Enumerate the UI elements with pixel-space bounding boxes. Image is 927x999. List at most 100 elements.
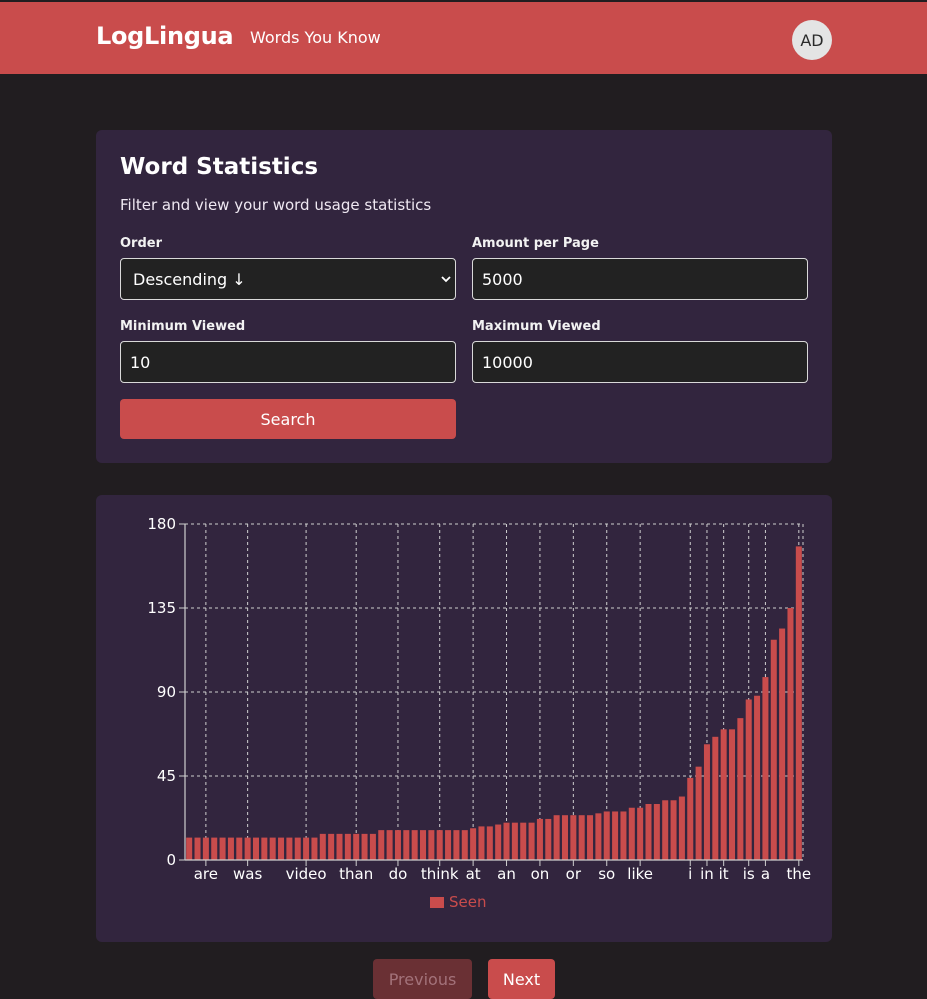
chart-bar: [536, 818, 543, 860]
x-tick-label: it: [719, 865, 729, 883]
top-navbar: LogLingua Words You Know AD: [0, 2, 927, 74]
chart-bar: [336, 833, 343, 860]
chart-bar: [595, 813, 602, 860]
chart-bar: [653, 804, 660, 860]
x-tick-label: or: [566, 865, 582, 883]
chart-bar: [779, 628, 786, 860]
chart-bar: [269, 837, 276, 860]
card-title: Word Statistics: [120, 154, 319, 180]
chart-bar: [445, 830, 452, 860]
chart-bar: [461, 830, 468, 860]
chart-bar: [470, 828, 477, 860]
card-subtitle: Filter and view your word usage statisti…: [120, 196, 432, 214]
chart-bar: [511, 822, 518, 860]
x-tick-label: was: [233, 865, 262, 883]
y-tick-label: 90: [157, 683, 176, 701]
chart-bar: [553, 815, 560, 860]
x-tick-label: is: [743, 865, 755, 883]
minimum-viewed-input[interactable]: 10: [120, 341, 456, 383]
chart-bar: [712, 736, 719, 860]
x-tick-label: a: [761, 865, 770, 883]
chart-bar: [378, 830, 385, 860]
x-tick-label: think: [421, 865, 459, 883]
chart-bar: [495, 824, 502, 860]
search-button[interactable]: Search: [120, 399, 456, 439]
x-tick-label: do: [389, 865, 408, 883]
word-statistics-filter-card: Word Statistics Filter and view your wor…: [96, 130, 832, 463]
order-label: Order: [120, 236, 162, 251]
x-tick-label: are: [194, 865, 218, 883]
chart-bar: [361, 833, 368, 860]
chevron-down-icon: [441, 272, 451, 286]
x-tick-label: the: [787, 865, 812, 883]
chart-bar: [278, 837, 285, 860]
chart-bar: [528, 822, 535, 860]
chart-bar: [369, 833, 376, 860]
chart-bar: [687, 777, 694, 860]
chart-bar: [795, 546, 802, 860]
chart-bar: [670, 800, 677, 860]
x-tick-label: an: [497, 865, 516, 883]
legend-label: Seen: [449, 893, 487, 911]
chart-bar: [202, 837, 209, 860]
x-tick-label: at: [466, 865, 481, 883]
chart-bar: [729, 729, 736, 860]
chart-bar: [328, 833, 335, 860]
user-avatar[interactable]: AD: [792, 20, 832, 60]
chart-bar: [294, 837, 301, 860]
chart-bar: [770, 639, 777, 860]
minimum-viewed-label: Minimum Viewed: [120, 319, 246, 334]
next-page-button[interactable]: Next: [488, 959, 555, 999]
x-tick-label: so: [598, 865, 615, 883]
brand-logo[interactable]: LogLingua: [96, 22, 234, 50]
word-chart-card: 0 45 90 135 180 are was video than do think at an on o…: [96, 495, 832, 942]
previous-page-button[interactable]: Previous: [373, 959, 472, 999]
y-tick-label: 135: [147, 599, 176, 617]
chart-bar: [695, 766, 702, 860]
chart-bar: [303, 837, 310, 860]
amount-per-page-input[interactable]: 5000: [472, 258, 808, 300]
chart-bar: [720, 729, 727, 860]
chart-bar: [186, 837, 193, 860]
y-tick-label: 0: [166, 851, 176, 869]
chart-bar: [545, 818, 552, 860]
chart-bar: [244, 837, 251, 860]
chart-bar: [252, 837, 259, 860]
chart-bar: [386, 830, 393, 860]
chart-bar: [737, 718, 744, 860]
x-tick-label: on: [531, 865, 550, 883]
chart-bar: [219, 837, 226, 860]
maximum-viewed-input[interactable]: 10000: [472, 341, 808, 383]
chart-bar: [436, 830, 443, 860]
chart-bar: [520, 822, 527, 860]
order-select[interactable]: Descending ↓: [120, 258, 456, 300]
chart-bar: [453, 830, 460, 860]
chart-bar: [678, 796, 685, 860]
x-tick-label: i: [688, 865, 692, 883]
chart-bar: [662, 800, 669, 860]
chart-bar: [503, 822, 510, 860]
chart-bar: [227, 837, 234, 860]
chart-bar: [628, 807, 635, 860]
chart-bar: [411, 830, 418, 860]
legend-swatch: [430, 897, 444, 908]
chart-bar: [486, 826, 493, 860]
order-select-value: Descending ↓: [133, 269, 246, 289]
y-tick-label: 45: [157, 767, 176, 785]
chart-bar: [394, 830, 401, 860]
amount-per-page-label: Amount per Page: [472, 236, 599, 251]
chart-bar: [787, 608, 794, 860]
chart-bar: [344, 833, 351, 860]
chart-bar: [570, 815, 577, 860]
chart-bar: [637, 807, 644, 860]
chart-bar: [620, 811, 627, 860]
nav-link-words-you-know[interactable]: Words You Know: [250, 28, 381, 47]
chart-bar: [578, 815, 585, 860]
chart-bar: [561, 815, 568, 860]
chart-bar: [261, 837, 268, 860]
chart-bar: [403, 830, 410, 860]
chart-bar: [353, 833, 360, 860]
chart-bar: [745, 699, 752, 860]
chart-bar: [762, 677, 769, 860]
y-tick-label: 180: [147, 515, 176, 533]
